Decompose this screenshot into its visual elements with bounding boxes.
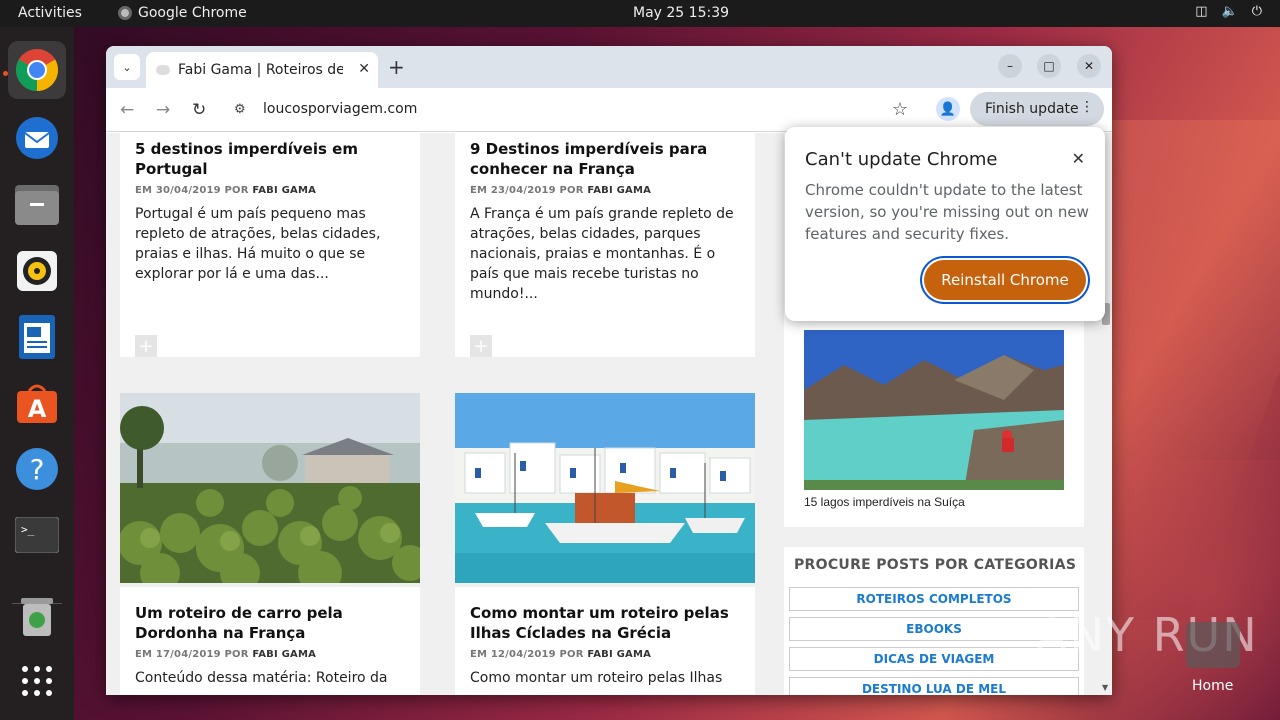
article-title[interactable]: Como montar um roteiro pelas Ilhas Cícla… (470, 603, 741, 643)
article-card: 5 destinos imperdíveis em Portugal EM 30… (120, 133, 420, 357)
featured-caption[interactable]: 15 lagos imperdíveis na Suíça (804, 495, 965, 509)
article-title[interactable]: 5 destinos imperdíveis em Portugal (135, 139, 406, 179)
files-icon[interactable] (8, 176, 66, 234)
article-date: EM 30/04/2019 POR (135, 185, 249, 196)
article-author[interactable]: FABI GAMA (252, 649, 316, 660)
article-card: Um roteiro de carro pela Dordonha na Fra… (120, 587, 420, 695)
clock[interactable]: May 25 15:39 (633, 5, 729, 21)
activities-button[interactable]: Activities (18, 5, 82, 21)
article-card: Como montar um roteiro pelas Ilhas Cícla… (455, 587, 755, 695)
featured-image-lake[interactable] (804, 330, 1064, 490)
update-error-popup: Can't update Chrome ✕ Chrome couldn't up… (785, 127, 1105, 321)
app-menu-label: Google Chrome (138, 5, 247, 21)
chrome-small-icon (118, 6, 132, 20)
help-icon[interactable]: ? (8, 440, 66, 498)
article-author[interactable]: FABI GAMA (587, 649, 651, 660)
kebab-menu-icon[interactable]: ⋮ (1080, 99, 1094, 115)
maximize-button[interactable]: □ (1037, 54, 1061, 78)
svg-text:A: A (28, 395, 47, 423)
dock: A ? >_ (0, 27, 74, 720)
app-menu[interactable]: Google Chrome (118, 5, 247, 21)
site-info-icon[interactable]: ⚙ (234, 102, 246, 117)
article-excerpt: Conteúdo dessa matéria: Roteiro da (135, 670, 388, 686)
volume-icon: 🔈 (1221, 4, 1238, 19)
tab-search-button[interactable]: ⌄ (114, 54, 140, 80)
chrome-icon[interactable] (8, 41, 66, 99)
tab-strip: ⌄ Fabi Gama | Roteiros de V ✕ + – □ ✕ (106, 46, 1112, 88)
finish-update-label: Finish update (985, 101, 1079, 117)
expand-plus-icon[interactable]: + (470, 335, 492, 357)
popup-message: Chrome couldn't update to the latest ver… (805, 181, 1089, 243)
tab-close-icon[interactable]: ✕ (358, 61, 370, 77)
writer-icon[interactable] (8, 308, 66, 366)
categories-title: PROCURE POSTS POR CATEGORIAS (794, 557, 1077, 573)
article-title[interactable]: 9 Destinos imperdíveis para conhecer na … (470, 139, 741, 179)
article-image-harbor[interactable] (455, 393, 755, 583)
new-tab-button[interactable]: + (388, 55, 405, 79)
svg-text:>_: >_ (21, 523, 35, 536)
home-folder-label[interactable]: Home (1192, 678, 1233, 694)
article-excerpt: A França é um país grande repleto de atr… (470, 206, 734, 302)
scroll-down-arrow-icon[interactable]: ▼ (1102, 683, 1108, 692)
minimize-button[interactable]: – (998, 54, 1022, 78)
address-bar[interactable]: ⚙ loucosporviagem.com ☆ (224, 93, 920, 127)
reinstall-chrome-button[interactable]: Reinstall Chrome (924, 260, 1086, 300)
home-folder-icon[interactable] (1186, 622, 1240, 668)
close-window-button[interactable]: ✕ (1077, 54, 1101, 78)
article-excerpt: Como montar um roteiro pelas Ilhas (470, 670, 723, 686)
network-icon: ◫ (1195, 4, 1208, 19)
article-card: 9 Destinos imperdíveis para conhecer na … (455, 133, 755, 357)
article-date: EM 23/04/2019 POR (470, 185, 584, 196)
bookmark-star-icon[interactable]: ☆ (892, 99, 908, 120)
chevron-down-icon: ⌄ (122, 60, 132, 74)
article-date: EM 12/04/2019 POR (470, 649, 584, 660)
tab-title: Fabi Gama | Roteiros de V (178, 62, 343, 78)
article-excerpt: Portugal é um país pequeno mas repleto d… (135, 206, 381, 282)
app-grid-icon[interactable] (8, 652, 66, 710)
power-icon: ⏻ (1251, 4, 1262, 19)
url-text: loucosporviagem.com (263, 101, 418, 117)
browser-toolbar: ← → ↻ ⚙ loucosporviagem.com ☆ (106, 88, 1112, 132)
thunderbird-icon[interactable] (8, 109, 66, 167)
article-meta: EM 30/04/2019 POR FABI GAMA (135, 185, 406, 196)
app-center-icon[interactable]: A (8, 374, 66, 432)
expand-plus-icon[interactable]: + (135, 335, 157, 357)
article-date: EM 17/04/2019 POR (135, 649, 249, 660)
trash-icon[interactable] (8, 587, 66, 645)
system-tray[interactable]: ◫ 🔈 ⏻ (1195, 4, 1262, 19)
rhythmbox-icon[interactable] (8, 242, 66, 300)
cloud-favicon-icon (156, 65, 170, 75)
article-meta: EM 17/04/2019 POR FABI GAMA (135, 649, 406, 660)
forward-button[interactable]: → (156, 100, 170, 120)
article-meta: EM 23/04/2019 POR FABI GAMA (470, 185, 741, 196)
svg-text:?: ? (30, 453, 45, 486)
popup-title: Can't update Chrome (805, 149, 998, 170)
article-author[interactable]: FABI GAMA (587, 185, 651, 196)
category-link[interactable]: DESTINO LUA DE MEL (789, 677, 1079, 695)
article-title[interactable]: Um roteiro de carro pela Dordonha na Fra… (135, 603, 406, 643)
article-image-garden[interactable] (120, 393, 420, 583)
article-author[interactable]: FABI GAMA (252, 185, 316, 196)
finish-update-button[interactable]: Finish update ⋮ (970, 92, 1104, 126)
profile-avatar-icon[interactable]: 👤 (936, 97, 960, 121)
terminal-icon[interactable]: >_ (8, 506, 66, 564)
tab-active[interactable]: Fabi Gama | Roteiros de V ✕ (146, 52, 378, 88)
popup-close-icon[interactable]: ✕ (1072, 149, 1085, 168)
article-meta: EM 12/04/2019 POR FABI GAMA (470, 649, 741, 660)
reload-button[interactable]: ↻ (192, 100, 206, 120)
top-bar: Activities Google Chrome May 25 15:39 ◫ … (0, 0, 1280, 27)
back-button[interactable]: ← (120, 100, 134, 120)
